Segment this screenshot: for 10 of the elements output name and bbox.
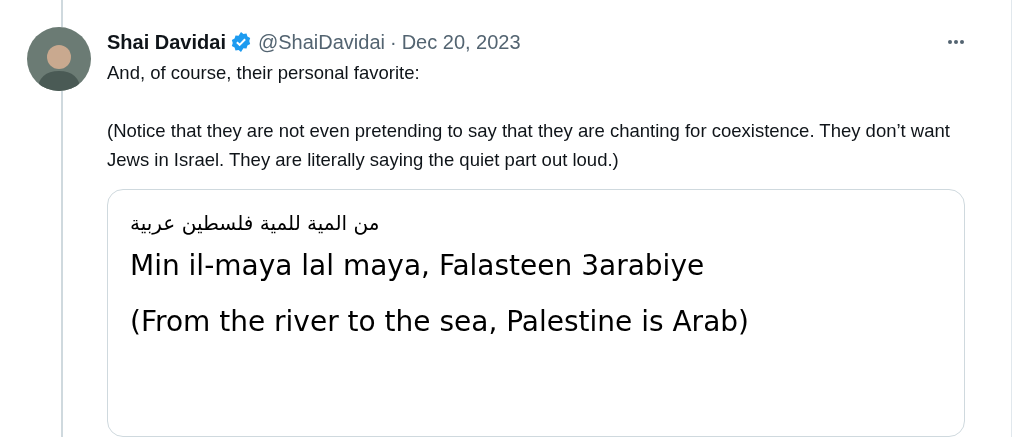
author-name[interactable]: Shai Davidai — [107, 27, 226, 57]
card-text: (From the river to the sea, Palestine is Arab) — [130, 304, 750, 340]
author-handle[interactable]: @ShaiDavidai — [257, 27, 385, 57]
post-date[interactable]: Dec 20, 2023 — [401, 27, 521, 57]
post-text: (Notice that they are not even pretending to say that they are chanting for coexistence. They don’t want Jews in Israel. They are literally saying the quiet part out loud.) — [107, 119, 951, 172]
arabic-text: من المية للمية فلسطين عربية — [130, 210, 380, 237]
more-options-icon[interactable] — [947, 39, 965, 45]
card-text: Min il-maya lal maya, Falasteen 3arabiye — [130, 248, 706, 284]
post-text: And, of course, their personal favorite: — [107, 61, 421, 85]
separator-dot: · — [389, 30, 397, 55]
